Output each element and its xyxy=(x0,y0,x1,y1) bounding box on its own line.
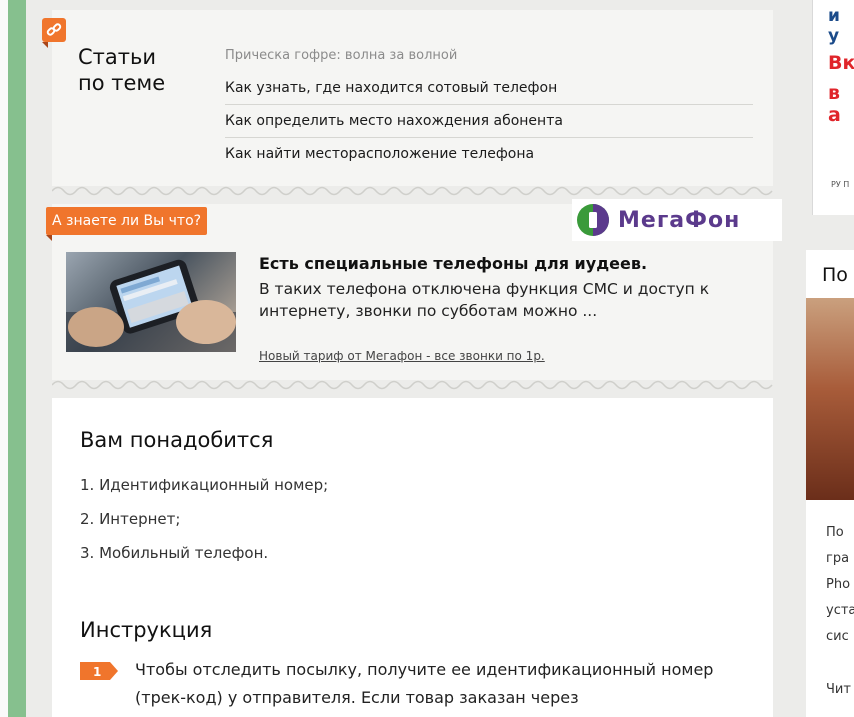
badge-fold xyxy=(42,42,48,48)
need-list: 1. Идентификационный номер; 2. Интернет;… xyxy=(80,468,328,570)
wavy-divider xyxy=(52,380,773,390)
left-edge xyxy=(0,0,8,717)
related-link[interactable]: Как найти месторасположение телефона xyxy=(225,138,753,170)
related-link[interactable]: Как узнать, где находится сотовый телефо… xyxy=(225,72,753,105)
fact-text: В таких телефона отключена функция СМС и… xyxy=(259,280,710,320)
need-item: 1. Идентификационный номер; xyxy=(80,476,329,494)
green-sidebar-stripe xyxy=(8,0,26,717)
wavy-divider xyxy=(52,186,773,196)
ad-headline: Вк xyxy=(828,52,854,74)
side-card-read-more[interactable]: Чит xyxy=(826,682,851,697)
megafon-brand-text: МегаФон xyxy=(618,207,741,233)
related-articles-title: Статьи по теме xyxy=(78,45,166,95)
ad-footer: РУ П xyxy=(831,180,850,189)
instruction-title: Инструкция xyxy=(80,618,213,642)
need-section-title: Вам понадобится xyxy=(80,428,274,452)
megafon-logo-icon xyxy=(577,204,609,236)
side-card-photo[interactable] xyxy=(806,298,854,500)
need-item: 3. Мобильный телефон. xyxy=(80,544,269,562)
side-card-text: По гра Pho уста сис xyxy=(826,525,854,644)
phone-photo[interactable] xyxy=(66,252,236,352)
related-links-list: Прическа гофре: волна за волной Как узна… xyxy=(225,48,753,170)
ad-headline: в а xyxy=(828,82,841,126)
step-text: Чтобы отследить посылку, получите ее иде… xyxy=(135,660,714,707)
side-card-title: По xyxy=(822,264,848,286)
svg-text:1: 1 xyxy=(93,665,101,679)
megafon-banner[interactable]: МегаФон xyxy=(572,199,782,241)
did-you-know-label: А знаете ли Вы что? xyxy=(46,207,208,235)
link-icon xyxy=(42,18,66,42)
ad-text: и у xyxy=(828,6,840,46)
label-fold xyxy=(46,235,52,241)
fact-title: Есть специальные телефоны для иудеев. xyxy=(259,254,648,273)
megafon-tariff-link[interactable]: Новый тариф от Мегафон - все звонки по 1… xyxy=(259,349,545,363)
need-item: 2. Интернет; xyxy=(80,510,181,528)
related-link-first[interactable]: Прическа гофре: волна за волной xyxy=(225,48,753,72)
related-link[interactable]: Как определить место нахождения абонента xyxy=(225,105,753,138)
step-number-badge: 1 xyxy=(80,662,118,680)
